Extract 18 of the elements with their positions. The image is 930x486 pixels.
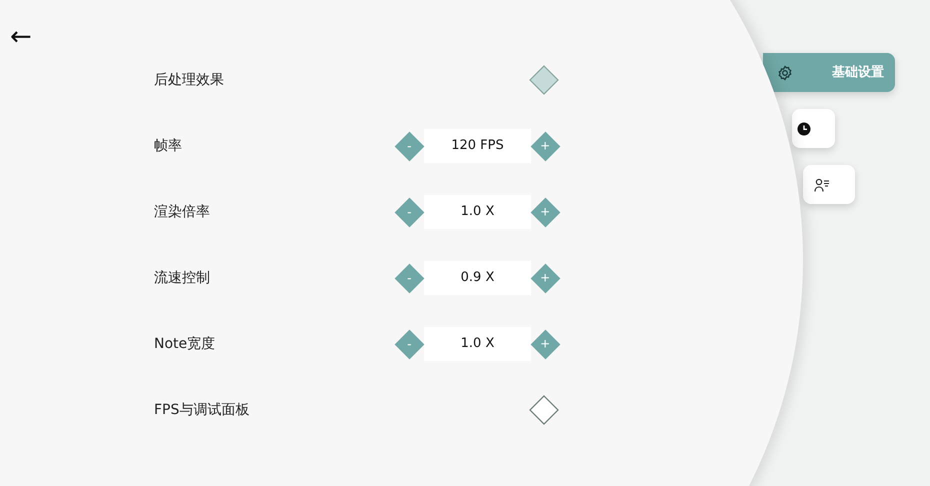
clock-icon [797,122,811,136]
value-display: 1.0 X [424,327,531,361]
setting-label: FPS与调试面板 [154,400,250,420]
setting-label: 帧率 [154,136,183,156]
value-display: 120 FPS [424,129,531,163]
tab[interactable] [792,109,835,148]
value-display: 1.0 X [424,195,531,229]
back-button[interactable]: ← [10,24,32,50]
setting-label: 后处理效果 [154,70,225,90]
toggle-switch[interactable] [529,395,559,425]
value-display: 0.9 X [424,261,531,295]
setting-label: Note宽度 [154,334,216,354]
setting-label: 渲染倍率 [154,202,211,222]
toggle-switch[interactable] [529,65,559,95]
tab[interactable]: 基础设置 [763,53,895,92]
user-list-icon [814,178,830,192]
setting-label: 流速控制 [154,268,211,288]
gear-icon [777,64,793,80]
